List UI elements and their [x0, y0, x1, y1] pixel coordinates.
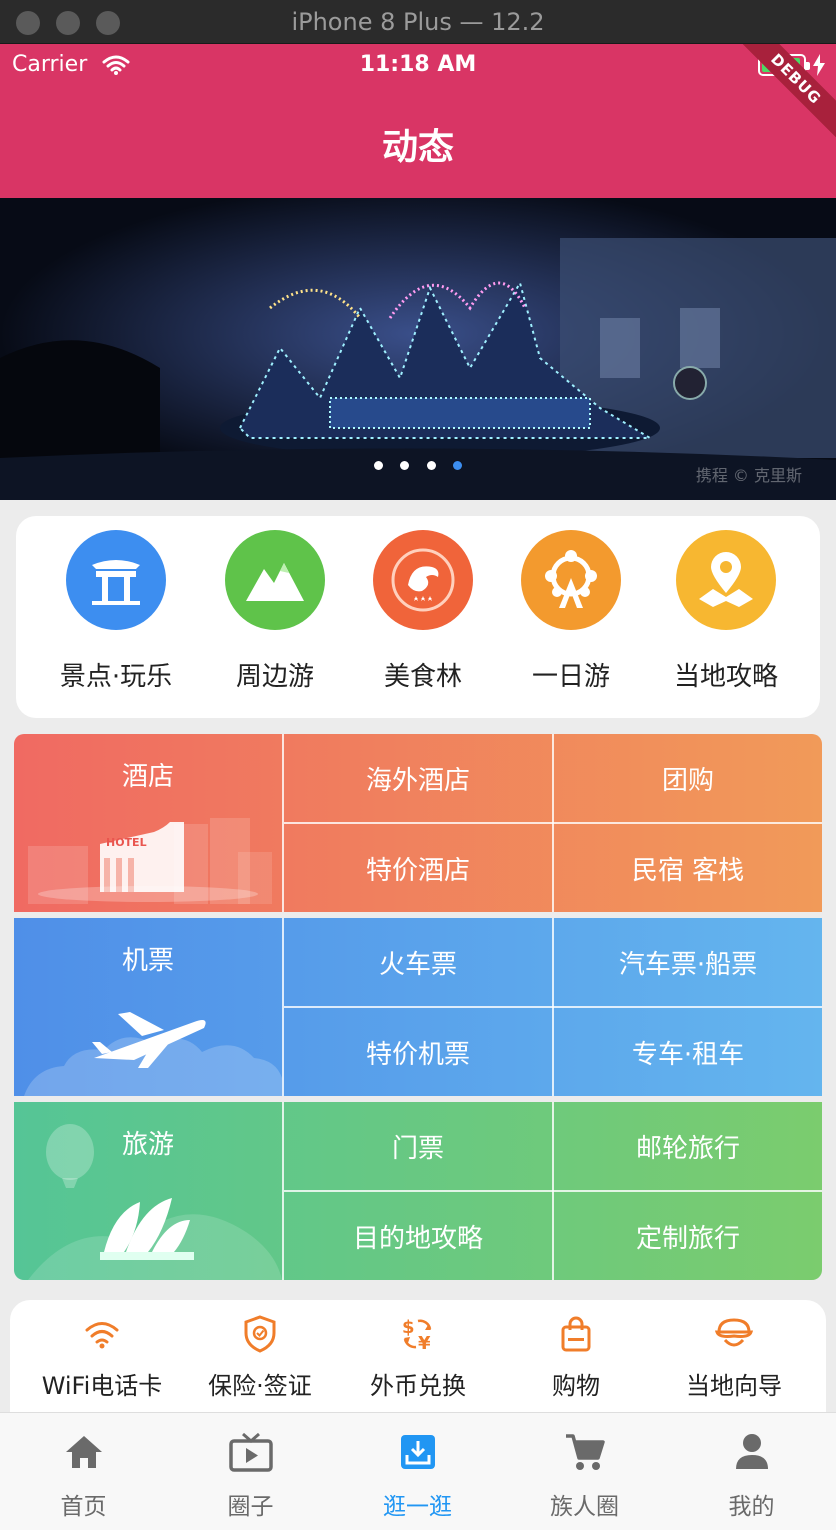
- grid-cell-special-flight[interactable]: 特价机票: [284, 1008, 552, 1096]
- quick-nav-label: 景点·玩乐: [59, 662, 173, 692]
- service-insurance-visa[interactable]: 保险·签证: [180, 1314, 340, 1401]
- shopping-bag-icon: [561, 1316, 591, 1352]
- banner-carousel[interactable]: 携程 © 克里斯: [0, 198, 836, 500]
- ferris-wheel-icon: [545, 550, 597, 608]
- guide-hat-icon: [715, 1318, 753, 1347]
- status-time: 11:18 AM: [359, 52, 477, 77]
- hotel-main-tile[interactable]: HOTEL 酒店: [14, 734, 282, 912]
- grid-cell-homestay[interactable]: 民宿 客栈: [554, 824, 822, 912]
- service-label: 当地向导: [686, 1372, 782, 1400]
- grid-cell-train-ticket[interactable]: 火车票: [284, 918, 552, 1006]
- tab-tribe[interactable]: 族人圈: [501, 1429, 668, 1521]
- download-box-icon: [400, 1435, 435, 1469]
- app-header: Carrier 11:18 AM 动态 DEBUG: [0, 44, 836, 198]
- grid-cell-cruise[interactable]: 邮轮旅行: [554, 1102, 822, 1190]
- banner-dot-active[interactable]: [452, 461, 462, 470]
- banner-dot[interactable]: [374, 461, 384, 470]
- tab-label: 族人圈: [550, 1494, 619, 1520]
- grid-main-label: 旅游: [121, 1130, 174, 1160]
- grid-main-label: 机票: [121, 946, 174, 976]
- quick-nav-label: 周边游: [235, 662, 314, 692]
- home-icon: [65, 1436, 102, 1468]
- tab-label: 逛一逛: [383, 1494, 452, 1520]
- tab-label: 我的: [728, 1494, 775, 1520]
- service-currency-exchange[interactable]: $ ¥ 外币兑换: [338, 1314, 498, 1401]
- bottom-tab-bar: 首页 圈子 逛一逛 族人圈 我的: [0, 1412, 836, 1530]
- grid-cell-car-rental[interactable]: 专车·租车: [554, 1008, 822, 1096]
- grid-nav-hotel: HOTEL 酒店 海外酒店 团购 特价酒店 民宿 客栈: [14, 734, 822, 912]
- simulator-titlebar: iPhone 8 Plus — 12.2: [0, 0, 836, 44]
- grid-nav-flight: 机票 火车票 汽车票·船票 特价机票 专车·租车: [14, 918, 822, 1096]
- banner-dot[interactable]: [400, 461, 410, 470]
- tab-home[interactable]: 首页: [0, 1429, 167, 1521]
- hotel-sign: HOTEL: [106, 836, 147, 849]
- flight-main-tile[interactable]: 机票: [14, 918, 282, 1096]
- service-label: 外币兑换: [370, 1372, 466, 1400]
- quick-nav-food[interactable]: 美食林: [343, 530, 503, 693]
- wifi-icon: [85, 1322, 119, 1349]
- travel-main-tile[interactable]: 旅游: [14, 1102, 282, 1280]
- tv-play-icon: [228, 1432, 273, 1472]
- grid-cell-tickets[interactable]: 门票: [284, 1102, 552, 1190]
- grid-cell-special-hotel[interactable]: 特价酒店: [284, 824, 552, 912]
- grid-main-label: 酒店: [121, 762, 174, 792]
- grid-cell-group-buy[interactable]: 团购: [554, 734, 822, 822]
- quick-nav-nearby[interactable]: 周边游: [195, 530, 355, 693]
- page-title: 动态: [381, 127, 454, 168]
- grid-cell-overseas-hotel[interactable]: 海外酒店: [284, 734, 552, 822]
- grid-cell-custom-travel[interactable]: 定制旅行: [554, 1192, 822, 1280]
- tab-circle[interactable]: 圈子: [167, 1429, 334, 1521]
- window-title: iPhone 8 Plus — 12.2: [291, 8, 545, 36]
- banner-dot[interactable]: [426, 461, 436, 470]
- map-pin-icon: [699, 552, 753, 607]
- svg-text:¥: ¥: [418, 1333, 431, 1353]
- tab-label: 首页: [60, 1494, 107, 1520]
- quick-nav-local-guide[interactable]: 当地攻略: [646, 530, 806, 693]
- service-label: 保险·签证: [208, 1372, 312, 1400]
- quick-nav-card: 景点·玩乐 周边游 美食林 一日游 当地攻略: [16, 516, 820, 718]
- shield-check-icon: [244, 1315, 276, 1353]
- mountain-icon: [246, 563, 304, 601]
- grid-cell-bus-ferry-ticket[interactable]: 汽车票·船票: [554, 918, 822, 1006]
- service-label: WiFi电话卡: [41, 1372, 163, 1400]
- banner-watermark: 携程 © 克里斯: [695, 466, 802, 485]
- service-label: 购物: [552, 1372, 600, 1400]
- quick-nav-day-trip[interactable]: 一日游: [491, 530, 651, 693]
- tab-browse[interactable]: 逛一逛: [334, 1429, 501, 1521]
- quick-nav-attractions[interactable]: 景点·玩乐: [36, 530, 196, 693]
- quick-nav-label: 美食林: [383, 662, 462, 692]
- dolphin-badge-icon: [391, 548, 455, 612]
- charging-bolt-icon: [813, 54, 825, 76]
- quick-nav-label: 一日游: [531, 662, 610, 692]
- tab-label: 圈子: [227, 1494, 274, 1520]
- cart-icon: [565, 1434, 605, 1470]
- service-local-guide[interactable]: 当地向导: [654, 1314, 814, 1401]
- pavilion-icon: [92, 560, 140, 605]
- grid-nav-travel: 旅游 门票 邮轮旅行 目的地攻略 定制旅行: [14, 1102, 822, 1280]
- service-shopping[interactable]: 购物: [496, 1314, 656, 1401]
- svg-text:$: $: [402, 1317, 415, 1338]
- service-wifi-sim[interactable]: WiFi电话卡: [22, 1314, 182, 1401]
- tab-me[interactable]: 我的: [668, 1429, 835, 1521]
- grid-cell-destination-guide[interactable]: 目的地攻略: [284, 1192, 552, 1280]
- currency-exchange-icon: $ ¥: [402, 1317, 432, 1353]
- quick-nav-label: 当地攻略: [673, 662, 778, 692]
- person-icon: [735, 1434, 768, 1469]
